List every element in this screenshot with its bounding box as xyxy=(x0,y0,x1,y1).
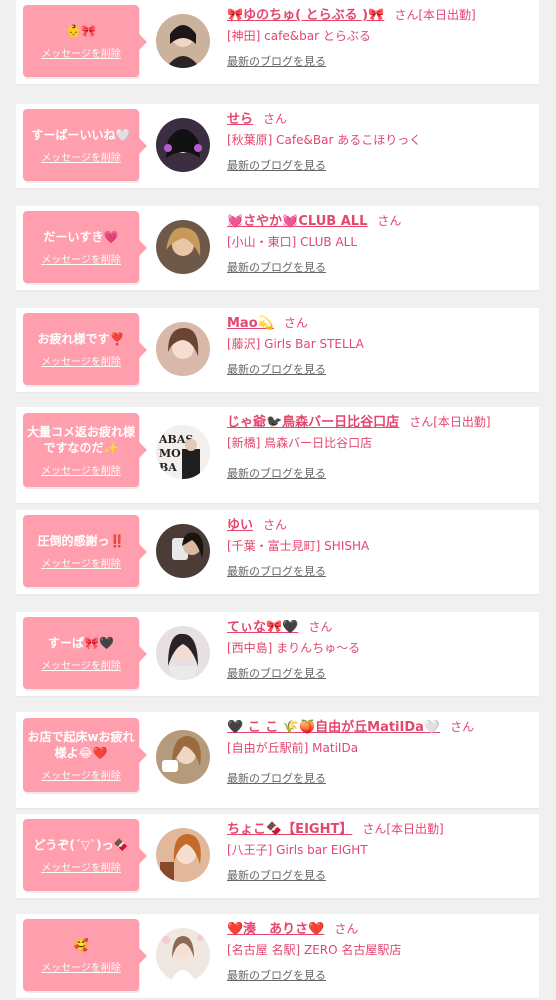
shop-label: [神田] cafe&bar とらぶる xyxy=(227,29,371,43)
shop-label: [秋葉原] Cafe&Bar あるこほりっく xyxy=(227,133,422,147)
delete-message-link[interactable]: メッセージを削除 xyxy=(41,251,121,266)
message-text: だーいすき💗 xyxy=(43,229,119,244)
delete-message-link[interactable]: メッセージを削除 xyxy=(41,657,121,672)
list-item: だーいすき💗 メッセージを削除 💓さやか💓CLUB ALL さん [小山・東口] … xyxy=(16,206,539,290)
list-item: 👶🎀 メッセージを削除 🎀ゆのちゅ( とらぶる )🎀 さん[本日出勤] [神田] … xyxy=(16,0,539,84)
message-text: 圧倒的感謝っ‼️ xyxy=(37,533,125,548)
avatar[interactable] xyxy=(156,730,210,784)
latest-blog-link[interactable]: 最新のブログを見る xyxy=(227,967,326,983)
message-list: 👶🎀 メッセージを削除 🎀ゆのちゅ( とらぶる )🎀 さん[本日出勤] [神田] … xyxy=(0,0,556,1000)
latest-blog-link[interactable]: 最新のブログを見る xyxy=(227,770,326,786)
message-bubble: お店で起床wお疲れ様よ😂❤️ メッセージを削除 xyxy=(23,718,147,792)
honorific: さん xyxy=(394,8,419,22)
message-bubble: 🥰 メッセージを削除 xyxy=(23,919,147,991)
list-item: お疲れ様です❣️ メッセージを削除 Mao💫 さん [藤沢] Girls Bar … xyxy=(16,308,539,392)
cast-name-link[interactable]: 🖤 こ こ 🌾🍑自由が丘MatiIDa🤍 xyxy=(227,720,440,735)
avatar[interactable] xyxy=(156,322,210,376)
cast-name-link[interactable]: ゆい xyxy=(227,518,253,533)
cast-name-link[interactable]: せら xyxy=(227,112,253,127)
cast-name-link[interactable]: Mao💫 xyxy=(227,316,274,331)
cast-name-link[interactable]: てぃな🎀🖤 xyxy=(227,620,298,635)
honorific: さん xyxy=(263,112,288,126)
shop-label: [名古屋 名駅] ZERO 名古屋駅店 xyxy=(227,943,402,957)
delete-message-link[interactable]: メッセージを削除 xyxy=(41,353,121,368)
message-text: どうぞ(´▽`)っ🍫 xyxy=(33,837,129,852)
shop-label: [八王子] Girls bar EIGHT xyxy=(227,843,368,857)
message-text: お店で起床wお疲れ様よ😂❤️ xyxy=(27,729,135,760)
shop-label: [千葉・富士見町] SHISHA xyxy=(227,539,370,553)
delete-message-link[interactable]: メッセージを削除 xyxy=(41,959,121,974)
message-bubble: 圧倒的感謝っ‼️ メッセージを削除 xyxy=(23,515,147,587)
list-item: 大量コメ返お疲れ様ですなのだ✨ メッセージを削除 ABAS MO BA じゃ爺🐦‍⬛… xyxy=(16,407,539,503)
avatar[interactable] xyxy=(156,928,210,982)
message-bubble: どうぞ(´▽`)っ🍫 メッセージを削除 xyxy=(23,819,147,891)
honorific: さん xyxy=(308,620,333,634)
avatar[interactable] xyxy=(156,118,210,172)
message-text: 🥰 xyxy=(73,937,89,952)
latest-blog-link[interactable]: 最新のブログを見る xyxy=(227,563,326,579)
delete-message-link[interactable]: メッセージを削除 xyxy=(41,149,121,164)
delete-message-link[interactable]: メッセージを削除 xyxy=(41,859,121,874)
message-bubble: だーいすき💗 メッセージを削除 xyxy=(23,211,147,283)
latest-blog-link[interactable]: 最新のブログを見る xyxy=(227,53,326,69)
avatar[interactable] xyxy=(156,14,210,68)
message-text: お疲れ様です❣️ xyxy=(37,331,125,346)
avatar[interactable]: ABAS MO BA xyxy=(156,425,210,479)
shop-label: [西中島] まりんちゅ～る xyxy=(227,641,361,655)
svg-text:MO: MO xyxy=(159,447,181,460)
shop-label: [自由が丘駅前] MatiIDa xyxy=(227,741,359,755)
list-item: すーぱ🎀🖤 メッセージを削除 てぃな🎀🖤 さん [西中島] まりんちゅ～る 最新の… xyxy=(16,612,539,696)
latest-blog-link[interactable]: 最新のブログを見る xyxy=(227,259,326,275)
avatar[interactable] xyxy=(156,626,210,680)
avatar[interactable] xyxy=(156,524,210,578)
latest-blog-link[interactable]: 最新のブログを見る xyxy=(227,361,326,377)
list-item: 🥰 メッセージを削除 ❤️湊 ありさ❤️ さん [名古屋 名駅] ZERO 名古屋… xyxy=(16,914,539,998)
latest-blog-link[interactable]: 最新のブログを見る xyxy=(227,867,326,883)
cast-name-link[interactable]: ❤️湊 ありさ❤️ xyxy=(227,922,324,937)
honorific: さん xyxy=(362,822,387,836)
svg-text:BA: BA xyxy=(159,461,177,474)
list-item: どうぞ(´▽`)っ🍫 メッセージを削除 ちょこ🍫【EIGHT】 さん[本日出勤] … xyxy=(16,814,539,898)
honorific: さん xyxy=(450,720,475,734)
message-bubble: すーぱ🎀🖤 メッセージを削除 xyxy=(23,617,147,689)
cast-name-link[interactable]: 🎀ゆのちゅ( とらぶる )🎀 xyxy=(227,8,384,23)
delete-message-link[interactable]: メッセージを削除 xyxy=(41,767,121,782)
cast-name-link[interactable]: ちょこ🍫【EIGHT】 xyxy=(227,822,352,837)
delete-message-link[interactable]: メッセージを削除 xyxy=(41,462,121,477)
message-bubble: すーばーいいね🤍 メッセージを削除 xyxy=(23,109,147,181)
cast-name-link[interactable]: 💓さやか💓CLUB ALL xyxy=(227,214,367,229)
latest-blog-link[interactable]: 最新のブログを見る xyxy=(227,465,326,481)
message-bubble: 👶🎀 メッセージを削除 xyxy=(23,5,147,77)
honorific: さん xyxy=(263,518,288,532)
honorific: さん xyxy=(409,415,434,429)
honorific: さん xyxy=(334,922,359,936)
delete-message-link[interactable]: メッセージを削除 xyxy=(41,45,121,60)
shop-label: [小山・東口] CLUB ALL xyxy=(227,235,358,249)
status-badge: [本日出勤] xyxy=(433,415,491,429)
status-badge: [本日出勤] xyxy=(418,8,476,22)
delete-message-link[interactable]: メッセージを削除 xyxy=(41,555,121,570)
cast-name-link[interactable]: じゃ爺🐦‍⬛鳥森バー日比谷口店 xyxy=(227,415,399,430)
list-item: すーばーいいね🤍 メッセージを削除 せら さん [秋葉原] Cafe&Bar ある… xyxy=(16,104,539,188)
latest-blog-link[interactable]: 最新のブログを見る xyxy=(227,157,326,173)
shop-label: [新橋] 鳥森バー日比谷口店 xyxy=(227,436,373,450)
avatar[interactable] xyxy=(156,828,210,882)
message-bubble: 大量コメ返お疲れ様ですなのだ✨ メッセージを削除 xyxy=(23,413,147,487)
honorific: さん xyxy=(377,214,402,228)
latest-blog-link[interactable]: 最新のブログを見る xyxy=(227,665,326,681)
message-text: 👶🎀 xyxy=(66,23,96,38)
message-text: 大量コメ返お疲れ様ですなのだ✨ xyxy=(27,424,135,455)
list-item: お店で起床wお疲れ様よ😂❤️ メッセージを削除 🖤 こ こ 🌾🍑自由が丘Mati… xyxy=(16,712,539,808)
message-text: すーばーいいね🤍 xyxy=(31,127,131,142)
status-badge: [本日出勤] xyxy=(386,822,444,836)
list-item: 圧倒的感謝っ‼️ メッセージを削除 ゆい さん [千葉・富士見町] SHISHA … xyxy=(16,510,539,594)
message-bubble: お疲れ様です❣️ メッセージを削除 xyxy=(23,313,147,385)
shop-label: [藤沢] Girls Bar STELLA xyxy=(227,337,364,351)
message-text: すーぱ🎀🖤 xyxy=(48,635,114,650)
avatar[interactable] xyxy=(156,220,210,274)
honorific: さん xyxy=(283,316,308,330)
